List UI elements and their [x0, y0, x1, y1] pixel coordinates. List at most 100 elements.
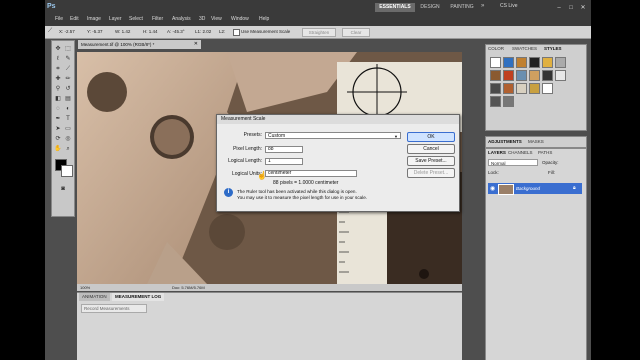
straighten-button[interactable]: Straighten	[302, 28, 336, 37]
use-measurement-scale-checkbox[interactable]	[233, 29, 240, 36]
style-swatch[interactable]	[555, 70, 566, 81]
blend-mode-select[interactable]: Normal	[488, 159, 538, 166]
menu-edit[interactable]: Edit	[70, 16, 79, 22]
pixel-length-input[interactable]	[265, 146, 303, 153]
style-swatch[interactable]	[542, 57, 553, 68]
record-measurements-button[interactable]: Record Measurements	[81, 304, 147, 313]
workspace-painting-button[interactable]: PAINTING	[447, 3, 477, 12]
blur-tool-icon[interactable]: ◌	[54, 105, 62, 113]
ruler-tool-icon[interactable]: ⟋	[48, 28, 52, 35]
move-tool-icon[interactable]: ✥	[54, 45, 62, 53]
photoshop-window: Ps File Edit Image Layer Select Filter A…	[45, 0, 591, 360]
chevron-down-icon: ▼	[394, 134, 398, 139]
menu-analysis[interactable]: Analysis	[172, 16, 191, 22]
clear-button[interactable]: Clear	[342, 28, 370, 37]
presets-select[interactable]: Custom ▼	[265, 132, 401, 139]
tab-swatches[interactable]: SWATCHES	[512, 45, 537, 53]
tab-styles[interactable]: STYLES	[544, 45, 562, 53]
style-swatch[interactable]	[490, 70, 501, 81]
eraser-tool-icon[interactable]: ◧	[54, 95, 62, 103]
menu-file[interactable]: File	[55, 16, 63, 22]
use-measurement-scale-label: Use Measurement Scale	[241, 29, 291, 34]
close-document-icon[interactable]: ✕	[194, 40, 198, 49]
shape-tool-icon[interactable]: ▭	[64, 125, 72, 133]
tab-adjustments[interactable]: ADJUSTMENTS	[488, 138, 522, 146]
quick-select-tool-icon[interactable]: ✎	[64, 55, 72, 63]
status-bar: 100% Doc: 5.76M/5.76M	[77, 284, 462, 291]
style-swatch[interactable]	[490, 96, 501, 107]
style-swatch[interactable]	[503, 70, 514, 81]
tab-paths[interactable]: PATHS	[538, 149, 552, 157]
style-swatch[interactable]	[529, 70, 540, 81]
style-swatch[interactable]	[516, 83, 527, 94]
menu-window[interactable]: Window	[231, 16, 249, 22]
zoom-level[interactable]: 100%	[80, 284, 90, 291]
style-swatch[interactable]	[555, 57, 566, 68]
type-tool-icon[interactable]: T	[64, 115, 72, 123]
presets-label: Presets:	[243, 132, 262, 138]
clone-stamp-icon[interactable]: ⚲	[54, 85, 62, 93]
layer-row-background[interactable]: ◉ Background 🔒︎	[488, 183, 582, 195]
style-swatch[interactable]	[542, 83, 553, 94]
maximize-icon[interactable]: □	[567, 4, 575, 12]
hand-tool-icon[interactable]: ✋	[54, 145, 62, 153]
tab-color[interactable]: COLOR	[488, 45, 504, 53]
menu-3d[interactable]: 3D	[199, 16, 205, 22]
menu-filter[interactable]: Filter	[152, 16, 163, 22]
tab-measurement-log[interactable]: MEASUREMENT LOG	[112, 293, 165, 301]
lasso-tool-icon[interactable]: ℓ	[54, 55, 62, 63]
menu-image[interactable]: Image	[87, 16, 101, 22]
pen-tool-icon[interactable]: ✒	[54, 115, 62, 123]
healing-brush-icon[interactable]: ✚	[54, 75, 62, 83]
option-angle: A: -45.3°	[167, 29, 185, 34]
ok-button[interactable]: OK	[407, 132, 455, 142]
app-logo: Ps	[47, 3, 56, 10]
style-swatch[interactable]	[490, 83, 501, 94]
style-swatch[interactable]	[516, 70, 527, 81]
menu-layer[interactable]: Layer	[109, 16, 122, 22]
style-swatch[interactable]	[503, 57, 514, 68]
style-swatch[interactable]	[542, 70, 553, 81]
workspace-essentials-button[interactable]: ESSENTIALS	[375, 3, 415, 12]
dodge-tool-icon[interactable]: ◐	[64, 105, 72, 113]
delete-preset-button[interactable]: Delete Preset...	[407, 168, 455, 178]
workspace-more-icon[interactable]: »	[481, 3, 484, 9]
logical-length-input[interactable]	[265, 158, 303, 165]
workspace-design-button[interactable]: DESIGN	[417, 3, 443, 12]
cs-live-button[interactable]: CS Live	[500, 3, 518, 9]
minimize-icon[interactable]: –	[555, 4, 563, 12]
path-select-icon[interactable]: ➤	[54, 125, 62, 133]
cancel-button[interactable]: Cancel	[407, 144, 455, 154]
eyedropper-tool-icon[interactable]: ⟋	[64, 65, 72, 73]
crop-tool-icon[interactable]: ⌗	[54, 65, 62, 73]
menu-view[interactable]: View	[211, 16, 222, 22]
tab-layers[interactable]: LAYERS	[488, 149, 506, 157]
menu-help[interactable]: Help	[259, 16, 269, 22]
fill-label: Fill:	[548, 170, 555, 175]
marquee-tool-icon[interactable]: ⬚	[64, 45, 72, 53]
style-swatch[interactable]	[490, 57, 501, 68]
menu-select[interactable]: Select	[129, 16, 143, 22]
tab-animation[interactable]: ANIMATION	[79, 293, 110, 301]
close-icon[interactable]: ✕	[579, 4, 587, 12]
brush-tool-icon[interactable]: ✏	[64, 75, 72, 83]
style-swatch[interactable]	[503, 96, 514, 107]
visibility-eye-icon[interactable]: ◉	[490, 185, 495, 192]
tab-masks[interactable]: MASKS	[528, 138, 544, 146]
tab-channels[interactable]: CHANNELS	[508, 149, 533, 157]
zoom-tool-icon[interactable]: ⌕	[64, 145, 72, 153]
style-swatch[interactable]	[529, 57, 540, 68]
history-brush-icon[interactable]: ↺	[64, 85, 72, 93]
save-preset-button[interactable]: Save Preset...	[407, 156, 455, 166]
3d-rotate-icon[interactable]: ⟳	[54, 135, 62, 143]
style-swatch[interactable]	[516, 57, 527, 68]
document-tab[interactable]: Measurement.tif @ 100% (RGB/8*) * ✕	[78, 40, 201, 49]
background-color-swatch[interactable]	[61, 165, 73, 177]
quick-mask-icon[interactable]: ◙	[59, 185, 67, 193]
style-swatch[interactable]	[503, 83, 514, 94]
logical-units-input[interactable]	[265, 170, 357, 177]
hand-cursor-icon: ☝	[257, 171, 267, 180]
style-swatch[interactable]	[529, 83, 540, 94]
3d-camera-icon[interactable]: ◎	[64, 135, 72, 143]
gradient-tool-icon[interactable]: ▤	[64, 95, 72, 103]
